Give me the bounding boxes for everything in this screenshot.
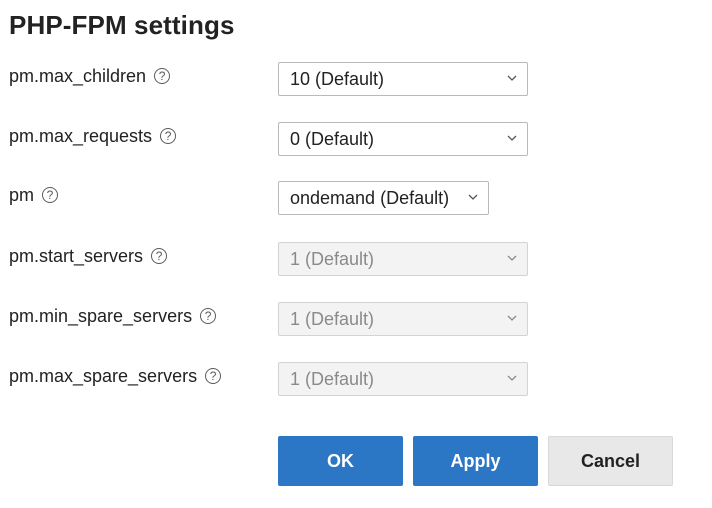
setting-label: pm.max_spare_servers [9, 366, 198, 386]
setting-row-pm-max-requests: pm.max_requests ? 0 (Default) [0, 122, 712, 158]
cancel-button[interactable]: Cancel [548, 436, 673, 486]
help-icon[interactable]: ? [42, 187, 59, 203]
pm-max-spare-servers-select: 1 (Default) [278, 362, 528, 396]
select-value: ondemand (Default) [290, 187, 450, 208]
setting-row-pm: pm ? ondemand (Default) [0, 181, 712, 217]
select-value: 10 (Default) [290, 68, 385, 89]
chevron-down-icon [507, 135, 517, 142]
pm-select[interactable]: ondemand (Default) [278, 181, 489, 215]
help-icon[interactable]: ? [151, 248, 168, 264]
pm-max-children-select[interactable]: 10 (Default) [278, 62, 528, 96]
select-value: 1 (Default) [290, 248, 375, 269]
setting-row-pm-max-children: pm.max_children ? 10 (Default) [0, 62, 712, 98]
select-value: 1 (Default) [290, 308, 375, 329]
help-icon[interactable]: ? [160, 128, 177, 144]
select-value: 0 (Default) [290, 128, 375, 149]
setting-label: pm.max_requests [9, 126, 153, 146]
chevron-down-icon [507, 255, 517, 262]
chevron-down-icon [507, 375, 517, 382]
setting-label: pm.start_servers [9, 246, 144, 266]
setting-row-pm-max-spare-servers: pm.max_spare_servers ? 1 (Default) [0, 362, 712, 398]
chevron-down-icon [468, 194, 478, 201]
ok-button[interactable]: OK [278, 436, 403, 486]
help-icon[interactable]: ? [205, 368, 222, 384]
pm-min-spare-servers-select: 1 (Default) [278, 302, 528, 336]
chevron-down-icon [507, 75, 517, 82]
setting-label: pm [9, 185, 35, 205]
setting-row-pm-start-servers: pm.start_servers ? 1 (Default) [0, 242, 712, 278]
pm-start-servers-select: 1 (Default) [278, 242, 528, 276]
select-value: 1 (Default) [290, 368, 375, 389]
php-fpm-settings-dialog: PHP-FPM settings pm.max_children ? 10 (D… [0, 0, 712, 508]
help-icon[interactable]: ? [200, 308, 217, 324]
setting-label: pm.min_spare_servers [9, 306, 193, 326]
help-icon[interactable]: ? [154, 68, 171, 84]
page-title: PHP-FPM settings [9, 10, 235, 40]
setting-label: pm.max_children [9, 66, 147, 86]
pm-max-requests-select[interactable]: 0 (Default) [278, 122, 528, 156]
setting-row-pm-min-spare-servers: pm.min_spare_servers ? 1 (Default) [0, 302, 712, 338]
apply-button[interactable]: Apply [413, 436, 538, 486]
chevron-down-icon [507, 315, 517, 322]
